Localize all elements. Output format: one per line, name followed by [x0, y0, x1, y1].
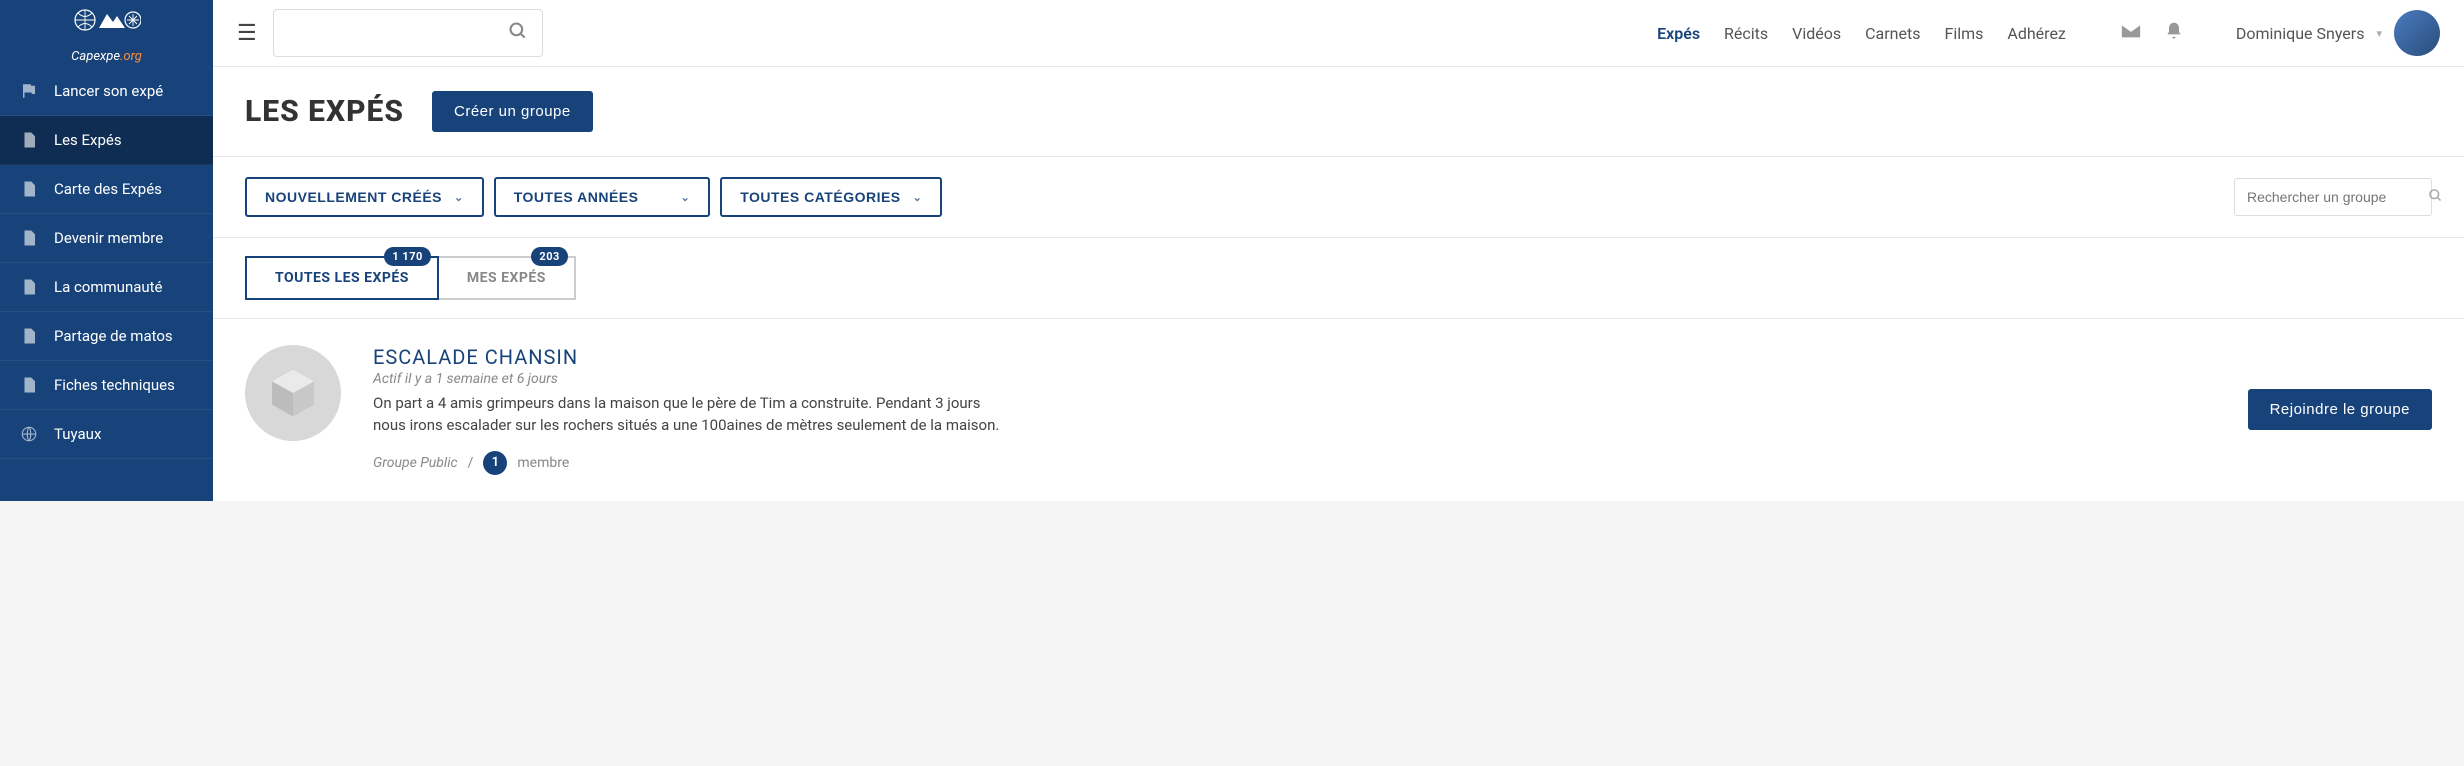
chevron-down-icon: ⌄: [913, 191, 923, 204]
cube-icon: [265, 365, 321, 421]
group-avatar[interactable]: [245, 345, 341, 441]
filter-categories-label: TOUTES CATÉGORIES: [740, 189, 900, 205]
search-icon[interactable]: [508, 21, 528, 46]
globe-icon: [20, 425, 38, 443]
avatar[interactable]: [2394, 10, 2440, 56]
group-search-input[interactable]: [2247, 189, 2428, 205]
sidebar-item-label: Lancer son expé: [54, 82, 163, 100]
document-icon: [20, 229, 38, 247]
logo[interactable]: Capexpe.org: [0, 0, 213, 67]
separator: /: [468, 455, 474, 471]
sidebar-item-label: Carte des Expés: [54, 180, 162, 198]
topbar: ☰ Expés Récits Vidéos Carnets Films Adhé…: [213, 0, 2464, 67]
group-card: ESCALADE CHANSIN Actif il y a 1 semaine …: [213, 319, 2464, 501]
top-icons: [2120, 20, 2184, 47]
mail-icon[interactable]: [2120, 20, 2142, 47]
sidebar-item-label: Devenir membre: [54, 229, 163, 247]
user-menu[interactable]: Dominique Snyers ▾: [2236, 10, 2440, 56]
filter-categories[interactable]: TOUTES CATÉGORIES ⌄: [720, 177, 942, 217]
nav-videos[interactable]: Vidéos: [1792, 24, 1841, 43]
app-root: Capexpe.org Lancer son expé Les Expés Ca…: [0, 0, 2464, 501]
menu-toggle-icon[interactable]: ☰: [237, 21, 257, 46]
sidebar-item-label: Les Expés: [54, 131, 122, 149]
sidebar: Capexpe.org Lancer son expé Les Expés Ca…: [0, 0, 213, 501]
nav-expes[interactable]: Expés: [1657, 24, 1700, 43]
group-activity: Actif il y a 1 semaine et 6 jours: [373, 371, 2216, 387]
document-icon: [20, 376, 38, 394]
sidebar-item-expes[interactable]: Les Expés: [0, 116, 213, 165]
user-name: Dominique Snyers: [2236, 24, 2365, 43]
sidebar-item-lancer[interactable]: Lancer son expé: [0, 67, 213, 116]
document-icon: [20, 278, 38, 296]
member-count: 1: [483, 451, 507, 475]
nav-recits[interactable]: Récits: [1724, 24, 1768, 43]
create-group-button[interactable]: Créer un groupe: [432, 91, 593, 132]
tab-my-expes[interactable]: MES EXPÉS 203: [439, 256, 576, 300]
page-header: LES EXPÉS Créer un groupe: [213, 67, 2464, 157]
sidebar-item-matos[interactable]: Partage de matos: [0, 312, 213, 361]
nav-films[interactable]: Films: [1944, 24, 1983, 43]
filters-row: NOUVELLEMENT CRÉÉS ⌄ TOUTES ANNÉES ⌄ TOU…: [213, 157, 2464, 238]
page-title: LES EXPÉS: [245, 94, 404, 129]
tab-all-expes[interactable]: TOUTES LES EXPÉS 1 170: [245, 256, 439, 300]
tabs: TOUTES LES EXPÉS 1 170 MES EXPÉS 203: [213, 238, 2464, 318]
tab-count-badge: 1 170: [384, 247, 430, 266]
logo-text: Capexpe.org: [71, 49, 142, 64]
filter-years[interactable]: TOUTES ANNÉES ⌄: [494, 177, 710, 217]
group-search[interactable]: [2234, 178, 2432, 216]
top-nav: Expés Récits Vidéos Carnets Films Adhére…: [1657, 10, 2440, 56]
sidebar-item-tuyaux[interactable]: Tuyaux: [0, 410, 213, 459]
document-icon: [20, 180, 38, 198]
main-content: ☰ Expés Récits Vidéos Carnets Films Adhé…: [213, 0, 2464, 501]
group-description: On part a 4 amis grimpeurs dans la maiso…: [373, 393, 1013, 437]
group-body: ESCALADE CHANSIN Actif il y a 1 semaine …: [373, 345, 2216, 475]
group-visibility: Groupe Public: [373, 455, 458, 471]
chevron-down-icon: ⌄: [680, 191, 690, 204]
sidebar-item-label: Fiches techniques: [54, 376, 175, 394]
chevron-down-icon: ⌄: [454, 191, 464, 204]
document-icon: [20, 131, 38, 149]
sidebar-item-label: Tuyaux: [54, 425, 101, 443]
filter-sort[interactable]: NOUVELLEMENT CRÉÉS ⌄: [245, 177, 484, 217]
sidebar-item-communaute[interactable]: La communauté: [0, 263, 213, 312]
tab-label: TOUTES LES EXPÉS: [275, 270, 409, 286]
tab-label: MES EXPÉS: [467, 270, 546, 286]
search-icon[interactable]: [2428, 188, 2443, 207]
sidebar-item-label: Partage de matos: [54, 327, 173, 345]
sidebar-item-label: La communauté: [54, 278, 163, 296]
sidebar-item-fiches[interactable]: Fiches techniques: [0, 361, 213, 410]
filter-years-label: TOUTES ANNÉES: [514, 189, 639, 205]
global-search-input[interactable]: [288, 25, 508, 42]
sidebar-item-carte[interactable]: Carte des Expés: [0, 165, 213, 214]
group-title[interactable]: ESCALADE CHANSIN: [373, 345, 2216, 369]
bell-icon[interactable]: [2164, 20, 2184, 47]
logo-icon: [71, 3, 141, 43]
document-icon: [20, 327, 38, 345]
flag-icon: [20, 82, 38, 100]
chevron-down-icon: ▾: [2376, 27, 2382, 40]
nav-carnets[interactable]: Carnets: [1865, 24, 1920, 43]
sidebar-item-membre[interactable]: Devenir membre: [0, 214, 213, 263]
member-label: membre: [517, 455, 569, 471]
nav-adherez[interactable]: Adhérez: [2007, 24, 2065, 43]
tab-count-badge: 203: [531, 247, 567, 266]
join-group-button[interactable]: Rejoindre le groupe: [2248, 389, 2432, 430]
group-footer: Groupe Public / 1 membre: [373, 451, 2216, 475]
filter-sort-label: NOUVELLEMENT CRÉÉS: [265, 189, 442, 205]
global-search[interactable]: [273, 9, 543, 57]
